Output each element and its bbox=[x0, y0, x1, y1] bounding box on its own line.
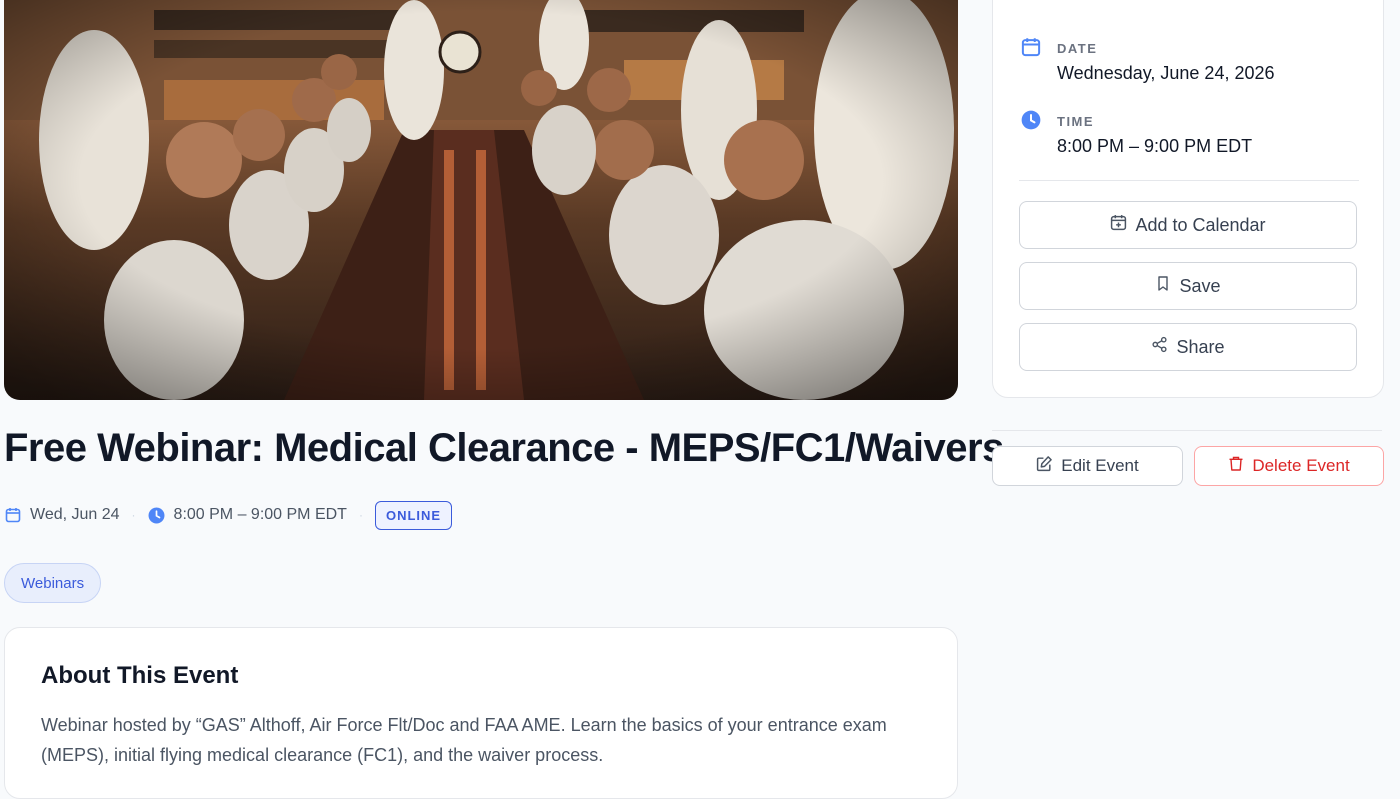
event-date-short: Wed, Jun 24 bbox=[30, 506, 120, 523]
share-button[interactable]: Share bbox=[1019, 323, 1357, 371]
delete-event-label: Delete Event bbox=[1252, 456, 1350, 475]
about-description: Webinar hosted by “GAS” Althoff, Air For… bbox=[41, 715, 887, 765]
event-meta-row: Wed, Jun 24 · 8:00 PM – 9:00 PM EDT · ON… bbox=[4, 498, 453, 532]
time-value: 8:00 PM – 9:00 PM EDT bbox=[1057, 136, 1253, 156]
trash-icon bbox=[1228, 455, 1244, 477]
share-icon bbox=[1151, 336, 1168, 358]
share-label: Share bbox=[1176, 336, 1225, 357]
date-label: DATE bbox=[1057, 41, 1098, 56]
time-label: TIME bbox=[1057, 114, 1095, 129]
hero-photo bbox=[4, 0, 958, 400]
clock-icon bbox=[1021, 110, 1041, 130]
calendar-icon bbox=[4, 506, 22, 524]
edit-icon bbox=[1036, 455, 1053, 477]
event-time: 8:00 PM – 9:00 PM EDT bbox=[173, 506, 347, 523]
event-details-card: DATE Wednesday, June 24, 2026 TIME 8:00 … bbox=[992, 0, 1384, 398]
delete-event-button[interactable]: Delete Event bbox=[1194, 446, 1384, 486]
bookmark-icon bbox=[1155, 275, 1171, 297]
online-badge: ONLINE bbox=[374, 500, 453, 530]
event-hero-image bbox=[4, 0, 958, 400]
add-to-calendar-label: Add to Calendar bbox=[1135, 214, 1266, 235]
meta-separator: · bbox=[131, 508, 136, 522]
add-to-calendar-button[interactable]: Add to Calendar bbox=[1019, 201, 1357, 249]
about-event-card: About This Event Webinar hosted by “GAS”… bbox=[4, 627, 958, 799]
about-heading: About This Event bbox=[41, 662, 239, 689]
save-button[interactable]: Save bbox=[1019, 262, 1357, 310]
date-value: Wednesday, June 24, 2026 bbox=[1057, 63, 1275, 83]
edit-event-label: Edit Event bbox=[1061, 456, 1139, 475]
clock-icon bbox=[148, 506, 166, 524]
category-tag-webinars[interactable]: Webinars bbox=[4, 563, 102, 603]
actions-divider bbox=[992, 430, 1382, 431]
edit-event-button[interactable]: Edit Event bbox=[992, 446, 1183, 486]
event-title: Free Webinar: Medical Clearance - MEPS/F… bbox=[4, 426, 1004, 470]
meta-separator: · bbox=[358, 508, 363, 522]
calendar-icon bbox=[1021, 37, 1041, 57]
calendar-plus-icon bbox=[1110, 214, 1127, 236]
details-divider bbox=[1019, 180, 1359, 181]
save-label: Save bbox=[1179, 275, 1221, 296]
